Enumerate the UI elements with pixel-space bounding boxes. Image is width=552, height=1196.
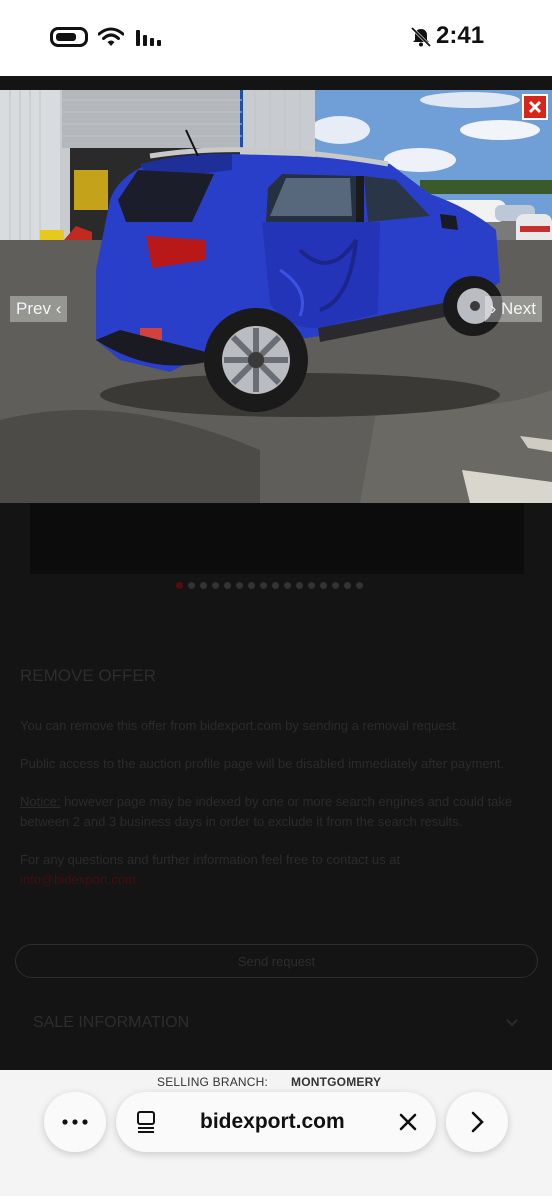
gallery-dot[interactable] — [224, 582, 231, 589]
next-label: Next — [501, 299, 536, 318]
chevron-down-icon[interactable] — [505, 1018, 519, 1028]
close-icon — [528, 100, 542, 114]
gallery-dot[interactable] — [212, 582, 219, 589]
cellular-signal-icon — [136, 30, 161, 46]
prev-label: Prev — [16, 299, 51, 318]
car-photo — [0, 90, 552, 503]
gallery-dot[interactable] — [176, 582, 183, 589]
status-bar: 2:41 — [0, 0, 552, 76]
status-time: 2:41 — [436, 22, 485, 49]
gallery-dot[interactable] — [320, 582, 327, 589]
forward-button[interactable] — [446, 1092, 508, 1152]
gallery-dot[interactable] — [188, 582, 195, 589]
address-bar[interactable]: bidexport.com — [116, 1092, 436, 1152]
car-photo-underlay — [30, 502, 524, 574]
more-options-button[interactable] — [44, 1092, 106, 1152]
gallery-dot[interactable] — [260, 582, 267, 589]
gallery-dot[interactable] — [284, 582, 291, 589]
gallery-dot[interactable] — [344, 582, 351, 589]
selling-branch-label: SELLING BRANCH: — [157, 1075, 269, 1089]
gallery-dot[interactable] — [272, 582, 279, 589]
wifi-icon — [98, 27, 124, 46]
prev-image-button[interactable]: Prev ‹ — [10, 296, 68, 322]
page-tabs-icon[interactable] — [136, 1110, 158, 1134]
send-request-button[interactable]: Send request — [15, 944, 538, 978]
sale-information-heading[interactable]: SALE INFORMATION — [33, 1014, 189, 1032]
gallery-dot[interactable] — [332, 582, 339, 589]
selling-branch-value: MONTGOMERY — [291, 1075, 382, 1089]
remove-offer-notice: Notice: however page may be indexed by o… — [20, 792, 532, 832]
gallery-dot[interactable] — [200, 582, 207, 589]
contact-email-link[interactable]: info@bidexport.com — [20, 870, 532, 890]
chevron-right-icon — [471, 1111, 484, 1133]
close-icon[interactable] — [398, 1112, 418, 1132]
more-dots-icon — [62, 1119, 88, 1125]
gallery-dot[interactable] — [296, 582, 303, 589]
gallery-dot[interactable] — [356, 582, 363, 589]
close-viewer-button[interactable] — [522, 94, 548, 120]
browser-bottom-bar: SELLING BRANCH: MONTGOMERY bidexport.com — [0, 1070, 552, 1196]
url-text[interactable]: bidexport.com — [200, 1110, 345, 1134]
contact-text: For any questions and further informatio… — [20, 852, 401, 867]
gallery-pagination[interactable] — [176, 582, 363, 589]
remove-offer-text-1: You can remove this offer from bidexport… — [20, 718, 460, 733]
remove-offer-heading: REMOVE OFFER — [20, 666, 157, 685]
notice-text: however page may be indexed by one or mo… — [20, 794, 513, 829]
bell-muted-icon — [410, 26, 432, 48]
battery-icon — [50, 27, 88, 47]
image-viewer[interactable]: Prev ‹ › Next — [0, 90, 552, 503]
notice-label: Notice: — [20, 794, 61, 809]
gallery-dot[interactable] — [308, 582, 315, 589]
gallery-dot[interactable] — [236, 582, 243, 589]
gallery-dot[interactable] — [248, 582, 255, 589]
next-image-button[interactable]: › Next — [484, 296, 542, 322]
remove-offer-text-2: Public access to the auction profile pag… — [20, 756, 505, 771]
